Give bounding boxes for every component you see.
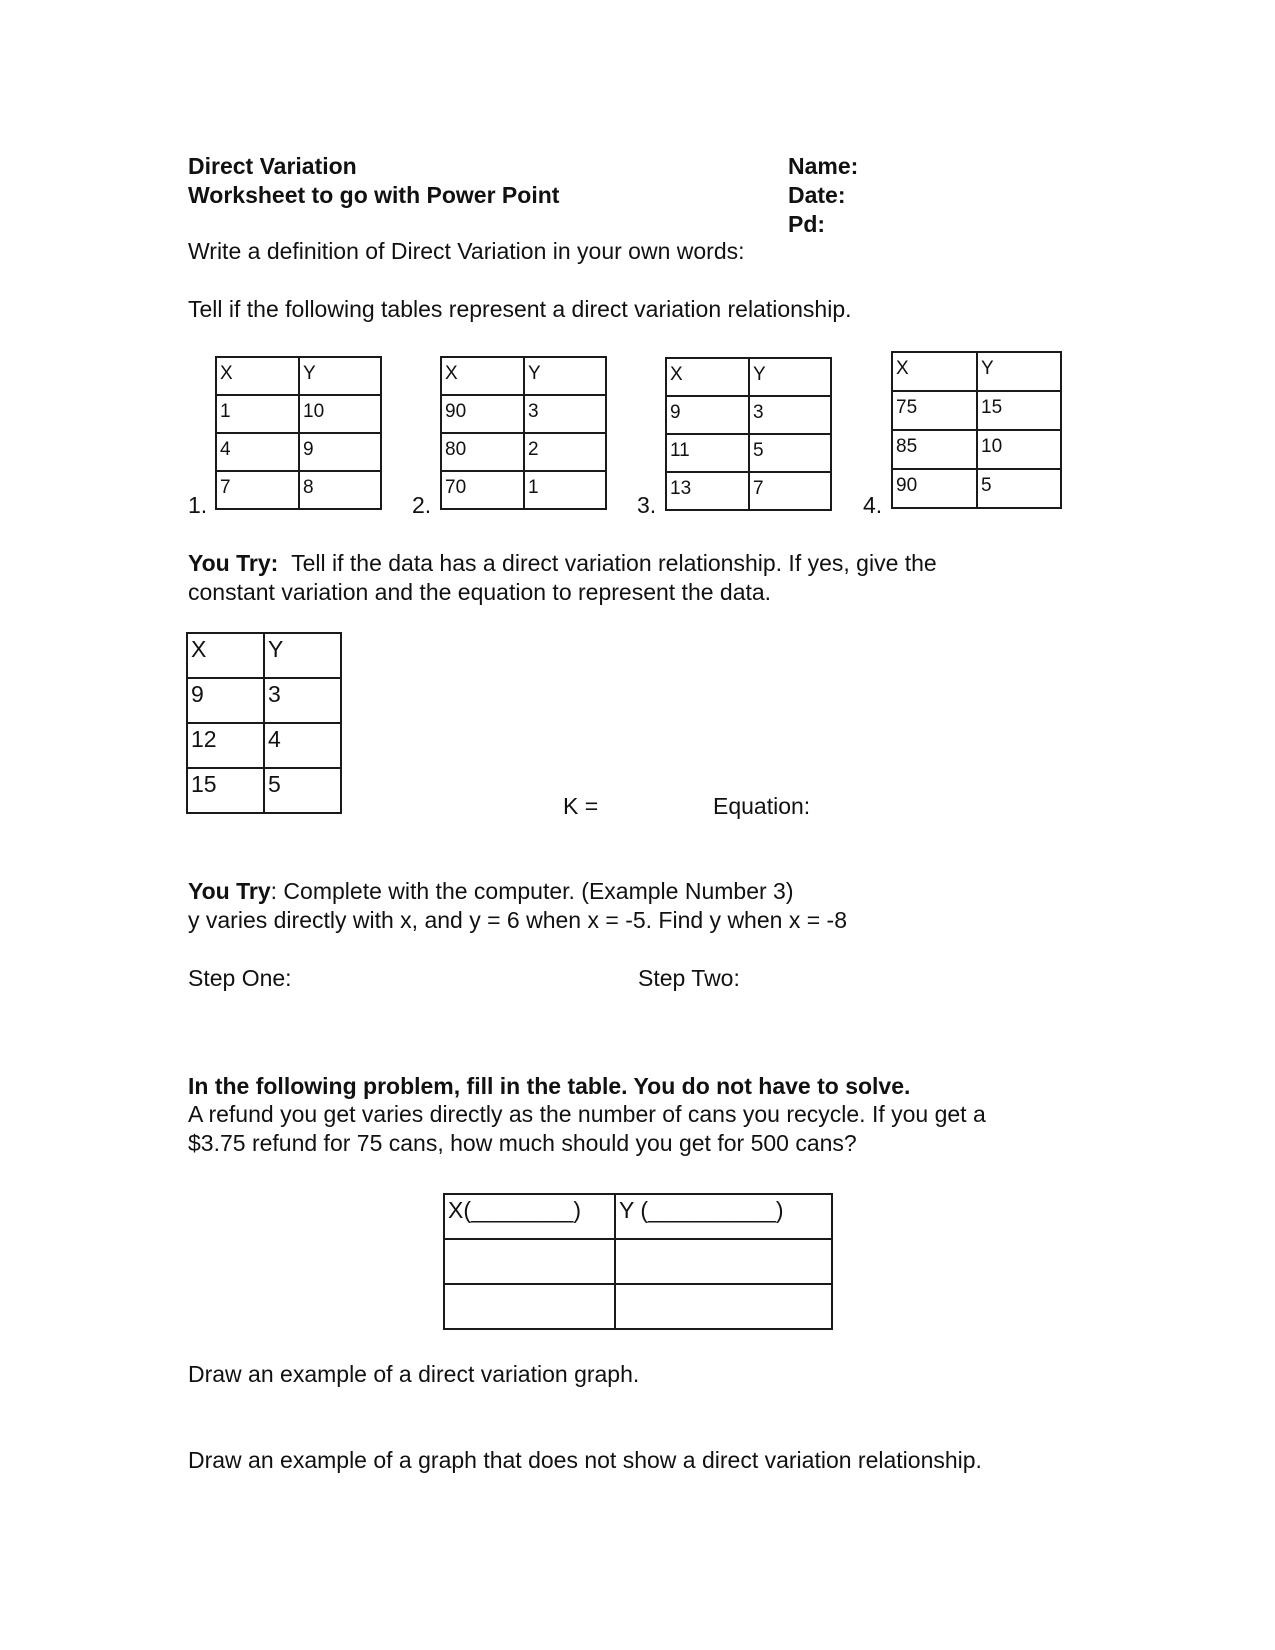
non-direct-graph-prompt: Draw an example of a graph that does not… <box>188 1447 982 1473</box>
table-cell: 1 <box>215 394 300 434</box>
table-cell: Y <box>976 351 1062 392</box>
table-cell: 9 <box>665 395 750 435</box>
table-cell: 3 <box>263 677 342 724</box>
table-cell: Y <box>523 356 607 396</box>
table-4: XY 75 15 85 10 90 5 <box>891 351 1062 509</box>
table-cell: Y <box>263 632 342 679</box>
you-try-1-lead: You Try: <box>188 550 279 576</box>
table-cell: 75 <box>891 390 978 431</box>
table-cell: Y (__________) <box>614 1193 833 1240</box>
table-cell: 15 <box>976 390 1062 431</box>
table-cell: 2 <box>523 432 607 472</box>
table-cell: 3 <box>523 394 607 434</box>
table-cell: 10 <box>298 394 382 434</box>
table-cell[interactable] <box>614 1283 833 1330</box>
table-cell: 3 <box>748 395 832 435</box>
table-cell: 1 <box>523 470 607 510</box>
you-try-2-line-1: You Try: Complete with the computer. (Ex… <box>188 878 794 904</box>
table-cell: X <box>665 357 750 397</box>
table-cell: 90 <box>440 394 525 434</box>
table-cell: X <box>440 356 525 396</box>
table-cell: 5 <box>976 468 1062 509</box>
equation-label: Equation: <box>713 793 811 819</box>
table-1: XY 1 10 49 78 <box>215 356 382 510</box>
table-cell: 7 <box>748 471 832 511</box>
table-cell: X <box>215 356 300 396</box>
table-cell[interactable] <box>443 1238 616 1285</box>
table-cell: 5 <box>263 767 342 814</box>
table-cell: 90 <box>891 468 978 509</box>
table-cell: 70 <box>440 470 525 510</box>
direct-graph-prompt: Draw an example of a direct variation gr… <box>188 1361 640 1387</box>
you-try-2-line-2: y varies directly with x, and y = 6 when… <box>188 907 847 933</box>
table-cell: 8 <box>298 470 382 510</box>
tables-instruction: Tell if the following tables represent a… <box>188 296 852 322</box>
table-cell: 5 <box>748 433 832 473</box>
table-4-label: 4. <box>863 492 883 518</box>
table-cell: 4 <box>215 432 300 472</box>
you-try-1-line-2: constant variation and the equation to r… <box>188 579 772 605</box>
table-cell: X(________) <box>443 1193 616 1240</box>
refund-line-1: A refund you get varies directly as the … <box>188 1101 986 1127</box>
table-cell: 85 <box>891 429 978 470</box>
worksheet-title: Direct Variation <box>188 153 357 179</box>
table-3-label: 3. <box>637 492 657 518</box>
refund-table: X(________) Y (__________) <box>443 1193 833 1330</box>
table-cell: 7 <box>215 470 300 510</box>
refund-heading: In the following problem, fill in the ta… <box>188 1073 911 1099</box>
table-cell: X <box>891 351 978 392</box>
definition-prompt: Write a definition of Direct Variation i… <box>188 238 745 264</box>
step-two-label: Step Two: <box>638 965 740 991</box>
table-cell: 10 <box>976 429 1062 470</box>
table-cell: 11 <box>665 433 750 473</box>
table-3: XY 93 11 5 13 7 <box>665 357 832 511</box>
table-cell: 13 <box>665 471 750 511</box>
table-cell: 9 <box>298 432 382 472</box>
you-try-1-table: XY 93 12 4 15 5 <box>186 632 342 814</box>
table-cell[interactable] <box>614 1238 833 1285</box>
table-cell[interactable] <box>443 1283 616 1330</box>
table-2-label: 2. <box>412 492 432 518</box>
table-cell: 4 <box>263 722 342 769</box>
table-cell: X <box>186 632 265 679</box>
table-cell: 80 <box>440 432 525 472</box>
you-try-2-lead: You Try <box>188 878 271 904</box>
step-one-label: Step One: <box>188 965 292 991</box>
name-label: Name: <box>788 153 859 179</box>
worksheet-subtitle: Worksheet to go with Power Point <box>188 182 560 208</box>
table-cell: Y <box>298 356 382 396</box>
table-cell: 15 <box>186 767 265 814</box>
table-cell: 12 <box>186 722 265 769</box>
table-cell: 9 <box>186 677 265 724</box>
table-2: XY 90 3 80 2 70 1 <box>440 356 607 510</box>
period-label: Pd: <box>788 211 826 237</box>
refund-line-2: $3.75 refund for 75 cans, how much shoul… <box>188 1130 857 1156</box>
you-try-1-line-1: You Try: Tell if the data has a direct v… <box>188 550 937 576</box>
table-1-label: 1. <box>188 492 208 518</box>
date-label: Date: <box>788 182 846 208</box>
k-label: K = <box>563 793 599 819</box>
table-cell: Y <box>748 357 832 397</box>
